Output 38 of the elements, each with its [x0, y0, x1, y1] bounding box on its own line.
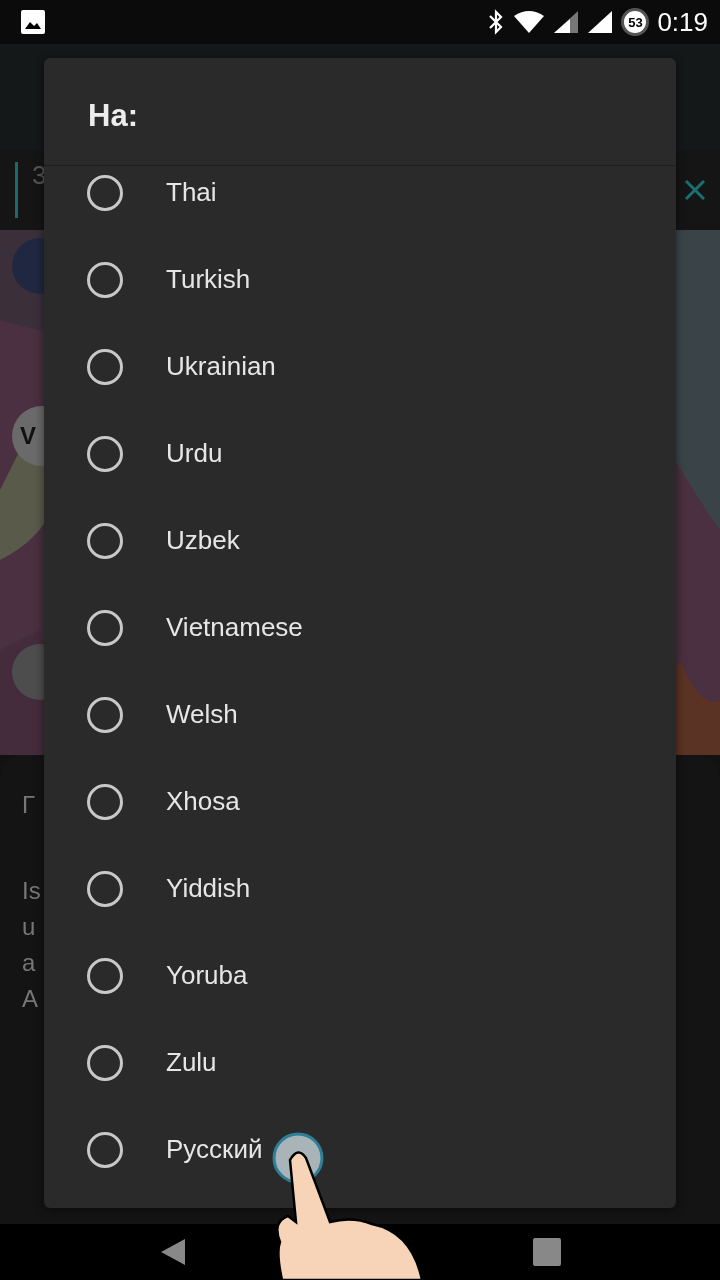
- dialog-title: На:: [44, 58, 676, 166]
- language-option[interactable]: Zulu: [166, 1047, 217, 1078]
- language-option[interactable]: Vietnamese: [166, 612, 303, 643]
- language-option[interactable]: Xhosa: [166, 786, 240, 817]
- clock-time: 0:19: [657, 6, 708, 38]
- radio-button[interactable]: [87, 348, 123, 385]
- radio-button[interactable]: [87, 1131, 123, 1168]
- radio-button[interactable]: [87, 435, 123, 472]
- wifi-icon: [513, 10, 546, 34]
- radio-button[interactable]: [87, 609, 123, 646]
- language-option[interactable]: Urdu: [166, 438, 223, 469]
- radio-button[interactable]: [87, 783, 123, 820]
- radio-button[interactable]: [87, 261, 123, 298]
- battery-icon: 53: [621, 8, 650, 36]
- signal-icon: [587, 10, 614, 34]
- language-option[interactable]: Thai: [166, 177, 217, 208]
- sheet-text: A: [22, 984, 38, 1014]
- sheet-text: u: [22, 912, 36, 942]
- sheet-text: Is: [22, 876, 41, 906]
- recents-icon[interactable]: [531, 1237, 562, 1267]
- radio-button[interactable]: [87, 174, 123, 211]
- sheet-title: Г: [22, 791, 35, 819]
- language-option[interactable]: Yoruba: [166, 960, 248, 991]
- radio-button[interactable]: [87, 696, 123, 733]
- language-option[interactable]: Русский: [166, 1134, 263, 1165]
- close-icon[interactable]: [684, 179, 706, 201]
- radio-button[interactable]: [87, 522, 123, 559]
- radio-button[interactable]: [87, 1044, 123, 1081]
- radio-button[interactable]: [87, 957, 123, 994]
- sheet-text: a: [22, 948, 36, 978]
- image-icon: [20, 9, 46, 35]
- language-option[interactable]: Yiddish: [166, 873, 251, 904]
- language-option[interactable]: Turkish: [166, 264, 251, 295]
- language-option[interactable]: Uzbek: [166, 525, 240, 556]
- language-option[interactable]: Welsh: [166, 699, 238, 730]
- signal-icon: [553, 10, 580, 34]
- radio-button[interactable]: [87, 870, 123, 907]
- language-option[interactable]: Ukrainian: [166, 351, 276, 382]
